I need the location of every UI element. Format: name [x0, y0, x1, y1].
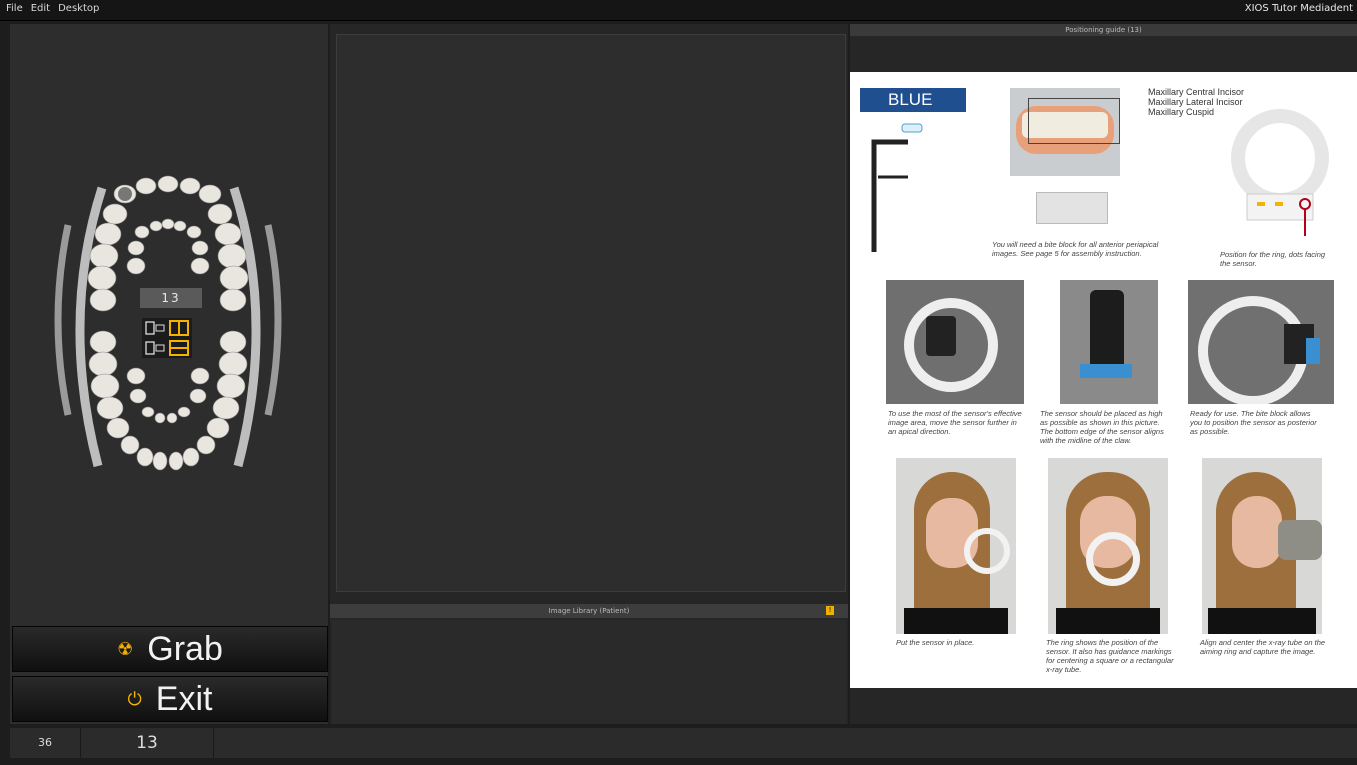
- sensor-ring-photo: [886, 280, 1024, 404]
- positioning-guide-header: Positioning guide (13): [850, 24, 1357, 36]
- status-count: 36: [38, 736, 52, 749]
- power-icon: ⏻: [127, 688, 142, 709]
- selected-tooth-marker: [118, 187, 132, 201]
- image-library-header: Image Library (Patient) !: [330, 604, 848, 618]
- patient-photo-2: [1048, 458, 1168, 634]
- step4-caption: Put the sensor in place.: [896, 638, 975, 647]
- bite-block-photo: [1036, 192, 1108, 224]
- positioning-guide-title: Positioning guide (13): [1065, 26, 1142, 34]
- exit-button[interactable]: ⏻ Exit: [12, 676, 328, 722]
- step2-caption: The sensor should be placed as high as p…: [1040, 409, 1164, 445]
- aiming-ring-illustration: [1231, 109, 1329, 236]
- bite-block-caption: You will need a bite block for all anter…: [992, 240, 1159, 258]
- status-bar: 36 13: [10, 728, 1357, 758]
- menu-desktop[interactable]: Desktop: [58, 3, 99, 14]
- color-code-badge: BLUE: [860, 88, 966, 112]
- app-title: XIOS Tutor Mediadent: [1244, 3, 1353, 14]
- warning-icon[interactable]: !: [826, 606, 834, 615]
- sensor-mode-icons[interactable]: [142, 318, 192, 358]
- step3-caption: Ready for use. The bite block allows you…: [1190, 409, 1317, 436]
- menu-bar: File Edit Desktop XIOS Tutor Mediadent: [0, 0, 1357, 21]
- status-tooth: 13: [136, 733, 158, 753]
- exit-button-label: Exit: [155, 679, 213, 718]
- ring-caption: Position for the ring, dots facing the s…: [1220, 250, 1326, 268]
- positioning-guide-document[interactable]: BLUE Maxillary Central Incisor Maxillary…: [850, 72, 1357, 688]
- step5-caption: The ring shows the position of the senso…: [1046, 638, 1174, 674]
- selected-tooth-number: 13: [140, 288, 202, 308]
- patient-photo-1: [896, 458, 1016, 634]
- menu-edit[interactable]: Edit: [31, 3, 50, 14]
- image-viewer[interactable]: [336, 34, 846, 592]
- grab-button-label: Grab: [147, 629, 223, 668]
- tooth-list-item: Maxillary Central Incisor: [1148, 87, 1245, 97]
- sensor-holder-illustration: [871, 123, 923, 252]
- tooth-list-item: Maxillary Lateral Incisor: [1148, 97, 1243, 107]
- sensor-ready-photo: [1188, 280, 1334, 404]
- step6-caption: Align and center the x-ray tube on the a…: [1200, 638, 1326, 656]
- patient-photo-3: [1202, 458, 1322, 634]
- tooth-chart[interactable]: [50, 170, 290, 480]
- dentition-photo: [1010, 88, 1120, 176]
- menu-file[interactable]: File: [6, 3, 23, 14]
- grab-button[interactable]: ☢ Grab: [12, 626, 328, 672]
- image-library-title: Image Library (Patient): [548, 607, 630, 615]
- radiation-icon: ☢: [117, 638, 134, 659]
- step1-caption: To use the most of the sensor's effectiv…: [888, 409, 1022, 436]
- image-library[interactable]: [332, 620, 846, 724]
- sensor-placement-photo: [1060, 280, 1158, 404]
